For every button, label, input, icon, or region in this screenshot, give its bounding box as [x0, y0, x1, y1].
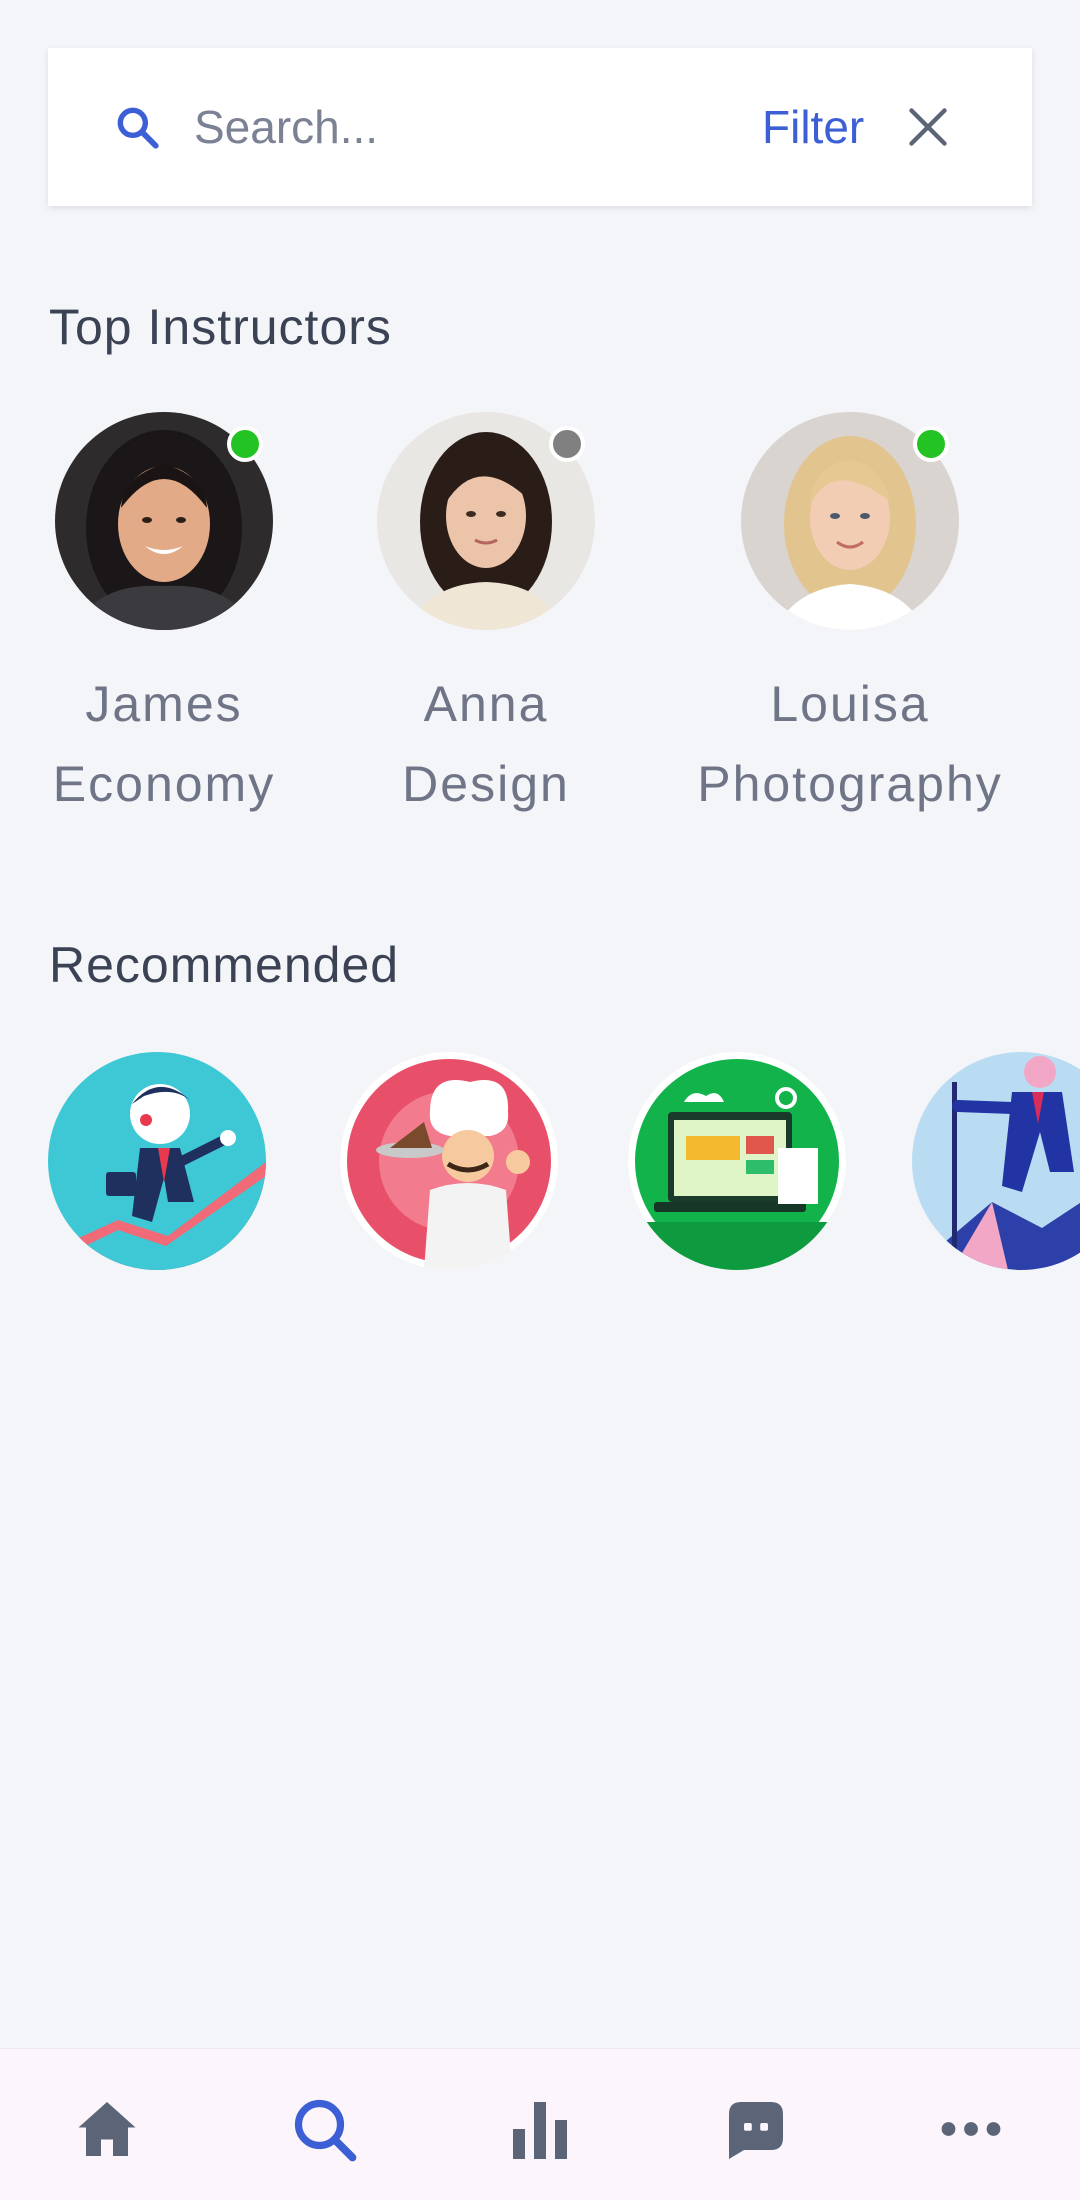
bar-chart-icon[interactable]: [504, 2093, 576, 2165]
instructor-name: Anna: [423, 676, 549, 732]
instructor-subject: Photography: [697, 756, 1003, 812]
chat-icon[interactable]: [720, 2093, 792, 2165]
bottom-nav: [0, 2048, 1080, 2200]
close-icon[interactable]: [906, 105, 950, 149]
instructor-card-james[interactable]: James Economy: [4, 412, 324, 824]
status-online-dot: [227, 426, 263, 462]
web-design-laptop-illustration[interactable]: [628, 1052, 846, 1270]
search-input[interactable]: [194, 92, 594, 162]
more-icon[interactable]: [935, 2093, 1007, 2165]
avatar-wrap: [377, 412, 595, 630]
businessman-climbing-mountain-illustration[interactable]: [912, 1052, 1080, 1270]
status-online-dot: [913, 426, 949, 462]
home-icon[interactable]: [71, 2093, 143, 2165]
instructor-card-louisa[interactable]: Louisa Photography: [690, 412, 1010, 824]
status-offline-dot: [549, 426, 585, 462]
businessman-running-illustration[interactable]: [48, 1052, 266, 1270]
instructor-subject: Economy: [52, 756, 276, 812]
search-icon[interactable]: [288, 2093, 360, 2165]
filter-button[interactable]: Filter: [762, 100, 864, 154]
instructor-name: Louisa: [770, 676, 930, 732]
chef-with-cake-illustration[interactable]: [340, 1052, 558, 1270]
top-instructors-title: Top Instructors: [49, 299, 392, 355]
instructor-subject: Design: [402, 756, 570, 812]
recommended-title: Recommended: [49, 937, 400, 993]
instructor-name: James: [85, 676, 243, 732]
search-bar: Filter: [48, 48, 1032, 206]
search-icon: [117, 107, 159, 149]
avatar-wrap: [55, 412, 273, 630]
avatar-wrap: [741, 412, 959, 630]
instructor-card-anna[interactable]: Anna Design: [326, 412, 646, 824]
